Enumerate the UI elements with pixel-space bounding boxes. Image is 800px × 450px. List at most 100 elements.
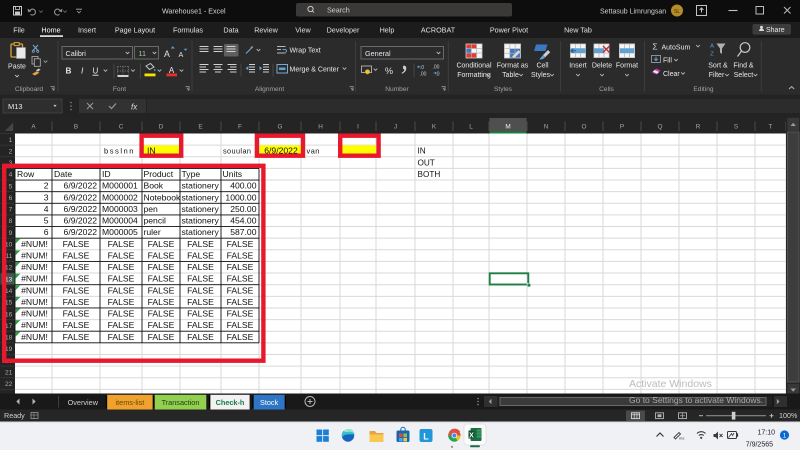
svg-text:Power Pivot: Power Pivot	[490, 26, 528, 35]
svg-text:FALSE: FALSE	[187, 285, 214, 295]
svg-text:FALSE: FALSE	[227, 309, 254, 319]
svg-text:N: N	[544, 123, 549, 130]
svg-text:FALSE: FALSE	[63, 309, 90, 319]
svg-text:Table: Table	[502, 72, 519, 79]
svg-text:5: 5	[44, 216, 49, 226]
svg-text:Notebook: Notebook	[144, 192, 181, 202]
svg-text:#NUM!: #NUM!	[21, 285, 48, 295]
svg-text:FALSE: FALSE	[108, 239, 135, 249]
svg-text:FALSE: FALSE	[227, 239, 254, 249]
svg-text:Book: Book	[144, 181, 164, 191]
svg-text:6/9/2022: 6/9/2022	[64, 204, 98, 214]
svg-text:van: van	[307, 147, 320, 156]
svg-text:Cell: Cell	[536, 63, 549, 70]
svg-text:Formatting: Formatting	[457, 72, 491, 79]
svg-text:Check-h: Check-h	[216, 398, 245, 407]
svg-text:FALSE: FALSE	[63, 274, 90, 284]
svg-text:587.00: 587.00	[230, 227, 257, 237]
svg-text:FALSE: FALSE	[108, 309, 135, 319]
svg-text:4: 4	[44, 204, 49, 214]
svg-text:6/9/2022: 6/9/2022	[64, 227, 98, 237]
svg-text:FALSE: FALSE	[187, 239, 214, 249]
svg-text:Cells: Cells	[599, 86, 614, 93]
svg-text:Date: Date	[54, 169, 72, 179]
svg-text:6: 6	[44, 227, 49, 237]
svg-text:Clear: Clear	[663, 71, 680, 78]
svg-text:Warehouse1 - Excel: Warehouse1 - Excel	[162, 7, 226, 15]
svg-text:#NUM!: #NUM!	[21, 262, 48, 272]
svg-text:Z: Z	[710, 52, 714, 58]
svg-text:#NUM!: #NUM!	[21, 250, 48, 260]
svg-text:F: F	[238, 123, 242, 130]
svg-text:Row: Row	[17, 169, 35, 179]
svg-text:FALSE: FALSE	[63, 297, 90, 307]
svg-text:G: G	[278, 123, 283, 130]
svg-text:Review: Review	[254, 26, 278, 35]
svg-text:M000004: M000004	[102, 216, 138, 226]
svg-text:Share: Share	[766, 27, 785, 34]
svg-text:FALSE: FALSE	[187, 274, 214, 284]
svg-text:Q: Q	[658, 123, 663, 130]
svg-text:.0: .0	[420, 65, 424, 71]
svg-text:FALSE: FALSE	[227, 250, 254, 260]
svg-text:A: A	[179, 50, 184, 59]
svg-text:I: I	[357, 123, 359, 130]
svg-text:souulan: souulan	[223, 147, 251, 156]
svg-text:FALSE: FALSE	[108, 262, 135, 272]
svg-text:Delete: Delete	[592, 63, 612, 70]
svg-text:Settasub Limrungsan: Settasub Limrungsan	[600, 8, 666, 15]
svg-text:Units: Units	[223, 169, 243, 179]
svg-text:FALSE: FALSE	[227, 297, 254, 307]
svg-text:BOTH: BOTH	[418, 170, 441, 179]
svg-text:454.00: 454.00	[230, 216, 257, 226]
svg-text:A: A	[164, 49, 170, 59]
svg-text:FALSE: FALSE	[148, 250, 175, 260]
svg-text:FALSE: FALSE	[148, 309, 175, 319]
svg-text:FALSE: FALSE	[63, 320, 90, 330]
svg-text:Overview: Overview	[68, 398, 99, 407]
svg-text:Ready: Ready	[4, 411, 25, 420]
svg-text:H: H	[318, 123, 323, 130]
svg-text:T: T	[769, 123, 773, 130]
svg-text:ms: ms	[679, 436, 684, 441]
svg-text:Styles: Styles	[531, 72, 551, 79]
svg-text:FALSE: FALSE	[187, 297, 214, 307]
svg-text:FALSE: FALSE	[227, 285, 254, 295]
svg-text:FALSE: FALSE	[148, 297, 175, 307]
svg-text:FALSE: FALSE	[187, 332, 214, 342]
svg-text:P: P	[620, 123, 624, 130]
svg-text:#NUM!: #NUM!	[21, 332, 48, 342]
svg-text:stationery: stationery	[182, 192, 220, 202]
svg-text:100%: 100%	[779, 411, 798, 420]
svg-text:O: O	[582, 123, 587, 130]
svg-text:.00: .00	[433, 65, 440, 71]
svg-text:Stock: Stock	[260, 398, 279, 407]
svg-text:FALSE: FALSE	[63, 332, 90, 342]
svg-text:Alignment: Alignment	[255, 86, 284, 93]
svg-text:K: K	[432, 123, 437, 130]
svg-text:#NUM!: #NUM!	[21, 239, 48, 249]
svg-text:L: L	[423, 432, 429, 442]
svg-text:22: 22	[5, 381, 13, 388]
svg-text:FALSE: FALSE	[63, 239, 90, 249]
svg-text:stationery: stationery	[182, 181, 220, 191]
svg-text:FALSE: FALSE	[108, 332, 135, 342]
svg-text:pen: pen	[144, 204, 159, 214]
svg-text:Home: Home	[41, 26, 60, 35]
svg-text:7: 7	[9, 207, 13, 214]
svg-text:Wrap Text: Wrap Text	[290, 48, 321, 55]
svg-text:400.00: 400.00	[230, 181, 257, 191]
svg-text:2: 2	[9, 148, 13, 155]
svg-text:FALSE: FALSE	[63, 262, 90, 272]
svg-text:M: M	[505, 123, 510, 130]
svg-text:Format: Format	[616, 63, 638, 70]
svg-text:FALSE: FALSE	[108, 297, 135, 307]
svg-text:U: U	[93, 67, 99, 76]
svg-text:FALSE: FALSE	[187, 309, 214, 319]
svg-text:FALSE: FALSE	[148, 239, 175, 249]
svg-text:M000002: M000002	[102, 192, 138, 202]
svg-text:Sort &: Sort &	[708, 63, 728, 70]
svg-text:Number: Number	[385, 86, 409, 93]
svg-text:items-list: items-list	[116, 398, 145, 407]
svg-text:L: L	[469, 123, 473, 130]
